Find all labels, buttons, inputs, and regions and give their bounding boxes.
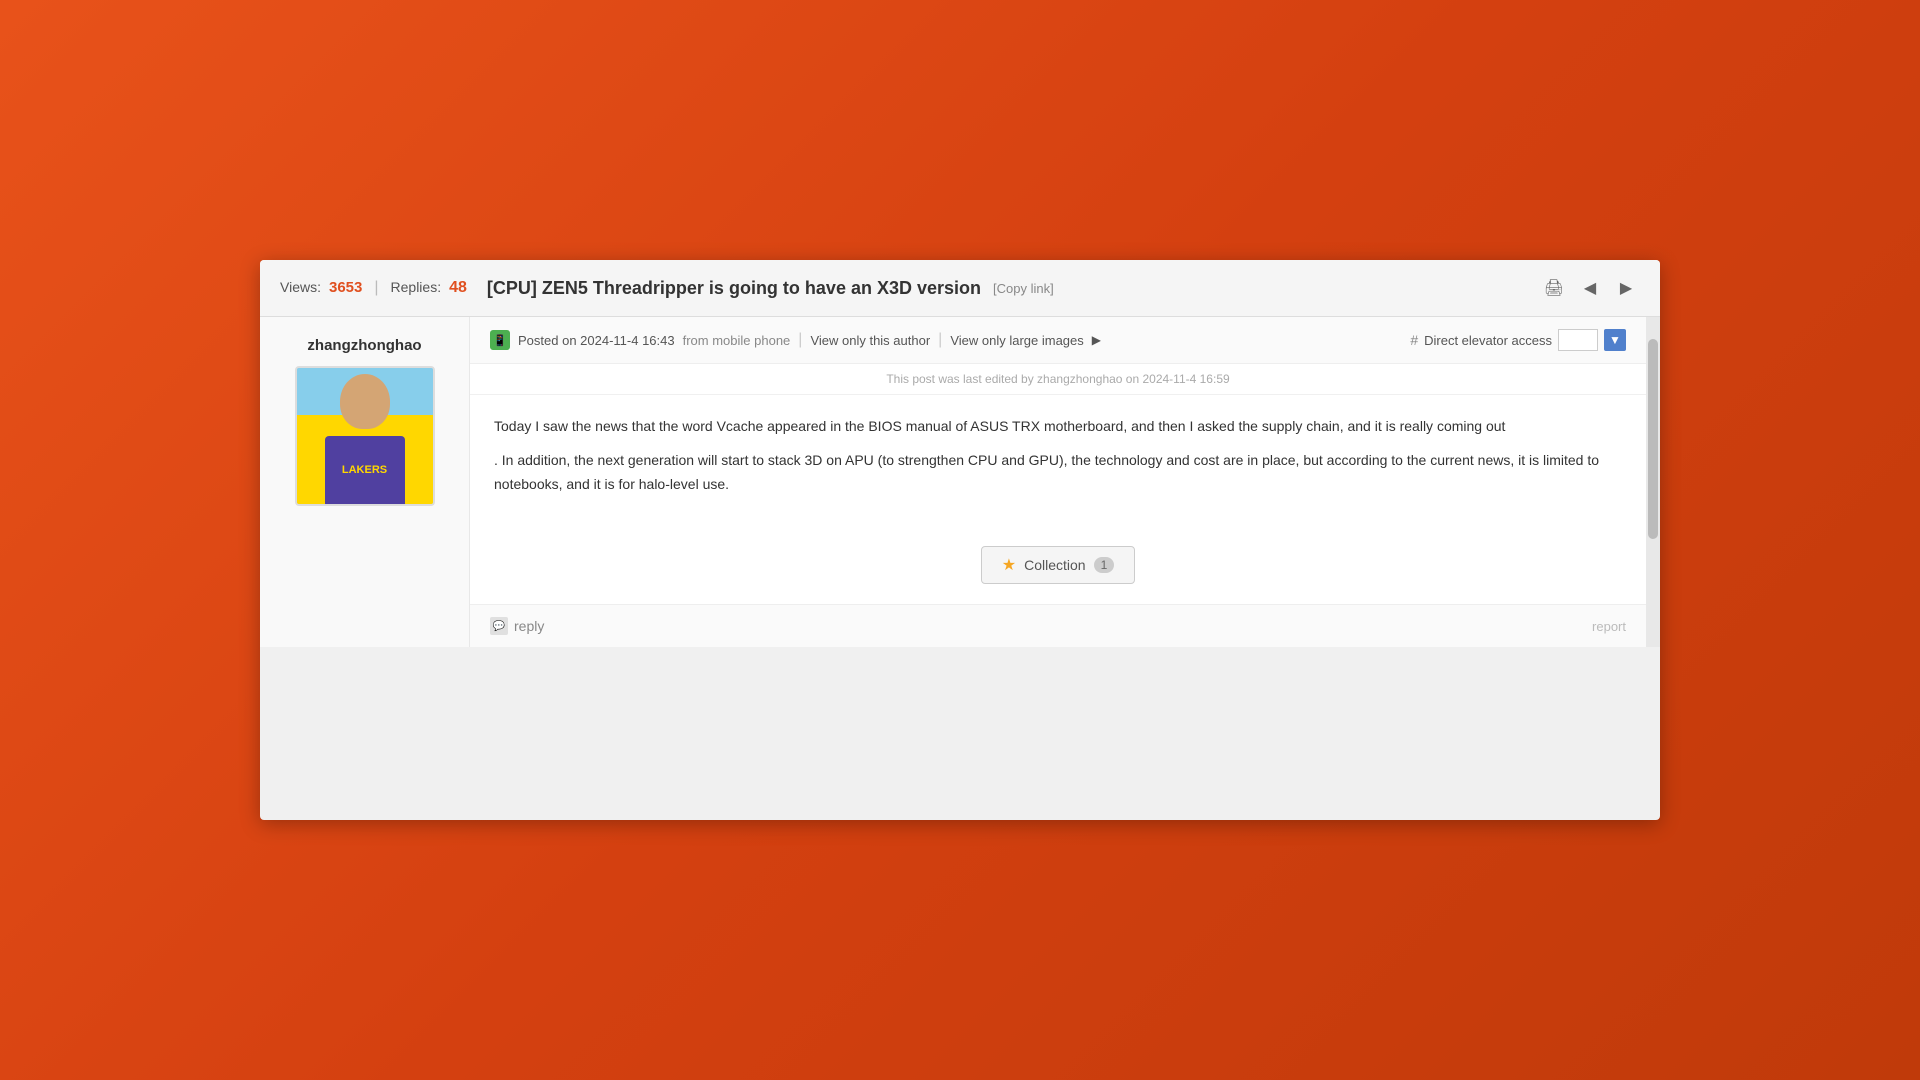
main-container: Views: 3653 | Replies: 48 [CPU] ZEN5 Thr… [260,260,1660,820]
header-bar: Views: 3653 | Replies: 48 [CPU] ZEN5 Thr… [260,260,1660,317]
views-count: 3653 [329,279,362,296]
elevator-section: # Direct elevator access ▼ [1410,329,1626,351]
images-arrow-icon: ▶ [1092,333,1101,347]
view-only-images-link[interactable]: View only large images [950,333,1083,348]
reply-label: reply [514,618,544,634]
replies-label: Replies: [391,279,442,295]
views-label: Views: [280,279,321,295]
post-title: [CPU] ZEN5 Threadripper is going to have… [487,278,981,299]
collection-label: Collection [1024,557,1085,573]
separator-2: | [938,331,942,349]
forward-button[interactable]: ▶ [1612,274,1640,302]
header-actions: 🖨 ◀ ▶ [1540,274,1640,302]
elevator-hash: # [1410,332,1418,348]
avatar: LAKERS [295,366,435,506]
view-only-author-link[interactable]: View only this author [810,333,930,348]
back-button[interactable]: ◀ [1576,274,1604,302]
separator-1: | [798,331,802,349]
post-body-line1: Today I saw the news that the word Vcach… [494,415,1622,439]
report-button[interactable]: report [1592,619,1626,634]
post-footer: 💬 reply report [470,604,1646,647]
elevator-go-button[interactable]: ▼ [1604,329,1626,351]
post-body: Today I saw the news that the word Vcach… [470,395,1646,526]
print-button[interactable]: 🖨 [1540,274,1568,302]
mobile-icon: 📱 [490,330,510,350]
post-date: Posted on 2024-11-4 16:43 [518,333,675,348]
reply-button[interactable]: 💬 reply [490,617,544,635]
scrollbar[interactable] [1646,317,1660,647]
reply-icon: 💬 [490,617,508,635]
avatar-body: LAKERS [325,436,405,506]
post-body-line2: . In addition, the next generation will … [494,449,1622,497]
collection-area: ★ Collection 1 [470,526,1646,604]
collection-button[interactable]: ★ Collection 1 [981,546,1136,584]
header-title-area: [CPU] ZEN5 Threadripper is going to have… [467,278,1540,299]
replies-count: 48 [449,279,467,297]
collection-count: 1 [1094,557,1115,573]
star-icon: ★ [1002,555,1016,575]
post-meta-bar: 📱 Posted on 2024-11-4 16:43 from mobile … [470,317,1646,364]
header-stats: Views: 3653 | Replies: 48 [280,279,467,297]
post-edit-notice: This post was last edited by zhangzhongh… [470,364,1646,395]
elevator-input[interactable] [1558,329,1598,351]
avatar-head [340,374,390,429]
sidebar: zhangzhonghao LAKERS [260,317,470,647]
from-mobile: from mobile phone [683,333,791,348]
copy-link-button[interactable]: [Copy link] [993,281,1054,296]
username: zhangzhonghao [307,337,421,354]
divider: | [374,279,378,297]
avatar-image: LAKERS [297,366,433,506]
scrollbar-thumb[interactable] [1648,339,1658,539]
content-area: zhangzhonghao LAKERS 📱 Posted on 2024-11… [260,317,1660,647]
elevator-label: Direct elevator access [1424,333,1552,348]
avatar-jersey-text: LAKERS [342,464,387,477]
post-area: 📱 Posted on 2024-11-4 16:43 from mobile … [470,317,1646,647]
